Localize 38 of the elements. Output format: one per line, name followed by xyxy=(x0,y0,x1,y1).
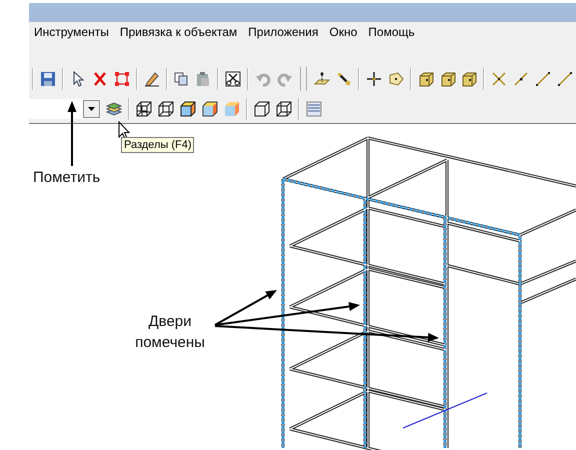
delete-icon[interactable] xyxy=(92,71,108,87)
layers-icon[interactable] xyxy=(106,100,122,116)
grid-cube-icon[interactable] xyxy=(136,100,152,116)
panel-icon[interactable] xyxy=(306,100,322,116)
cube-icon[interactable] xyxy=(254,100,270,116)
pin-icon[interactable] xyxy=(336,71,352,87)
cross-point-icon[interactable] xyxy=(491,71,508,87)
line-point-icon[interactable] xyxy=(513,71,530,87)
annotation-label: Пометить xyxy=(33,169,100,186)
toolbar-grip[interactable] xyxy=(300,67,308,91)
pencil-icon[interactable] xyxy=(144,71,160,87)
arrow xyxy=(68,101,76,166)
annotation-label: Двери помечены xyxy=(134,312,206,353)
line-icon[interactable] xyxy=(535,71,552,87)
scissors-icon[interactable] xyxy=(225,71,242,87)
menu-item[interactable]: Привязка к объектам xyxy=(120,24,238,38)
tooltip: Разделы (F4) xyxy=(121,137,194,153)
paste-icon[interactable] xyxy=(195,71,212,87)
box-icon[interactable] xyxy=(440,71,456,87)
copy-icon[interactable] xyxy=(173,71,190,87)
wireframe-cube-icon[interactable] xyxy=(158,100,174,116)
node-select-icon[interactable] xyxy=(114,71,130,87)
plane-point-icon[interactable] xyxy=(314,71,330,87)
dropdown-field[interactable] xyxy=(29,98,101,118)
shaded-cube-icon[interactable] xyxy=(202,100,218,116)
colored-cube-icon[interactable] xyxy=(180,100,196,116)
caret-icon xyxy=(88,106,95,110)
menu-item[interactable]: Помощь xyxy=(368,24,415,38)
box-icon[interactable] xyxy=(461,71,478,87)
save-icon[interactable] xyxy=(40,71,56,87)
shape-point-icon[interactable] xyxy=(388,71,404,87)
line-icon[interactable] xyxy=(557,71,574,87)
box-icon[interactable] xyxy=(418,71,434,87)
menu-item[interactable]: Инструменты xyxy=(34,24,109,38)
menu-item[interactable]: Окно xyxy=(329,24,358,38)
cube-icon[interactable] xyxy=(276,100,292,116)
menu-item[interactable]: Приложения xyxy=(248,24,318,38)
crosshair-icon[interactable] xyxy=(366,71,382,87)
